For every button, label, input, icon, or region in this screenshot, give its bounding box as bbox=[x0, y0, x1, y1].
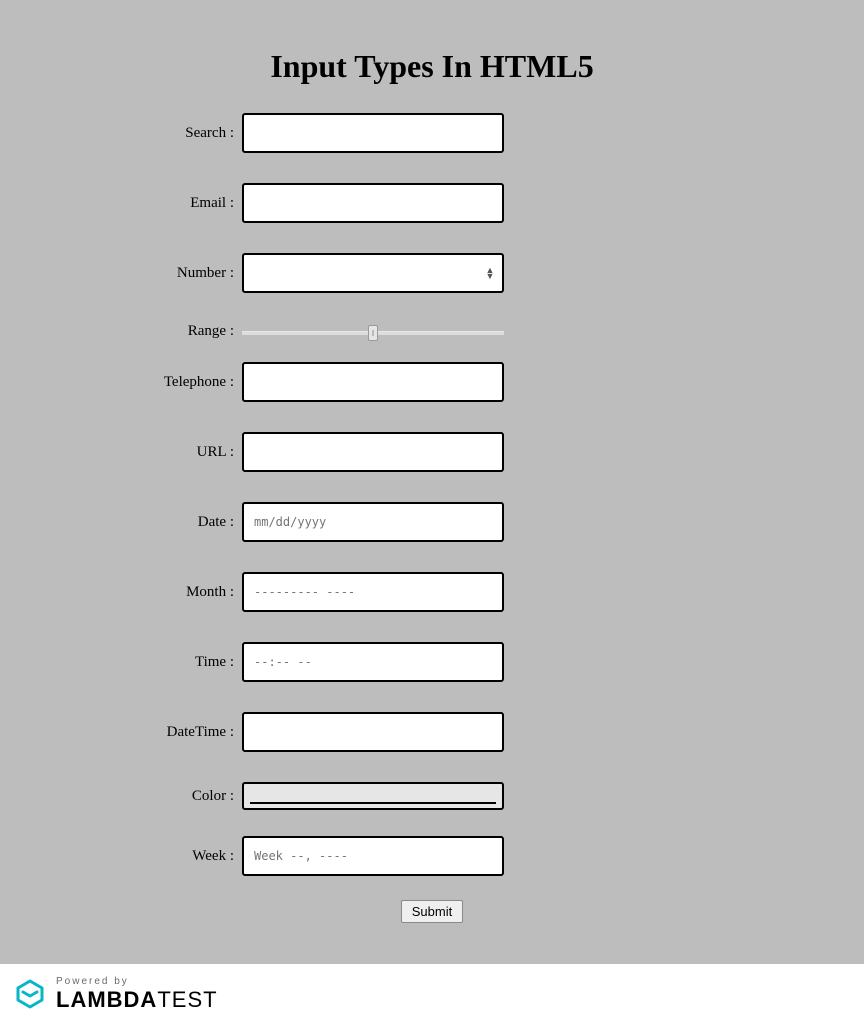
email-label: Email : bbox=[132, 195, 242, 212]
input-types-form: Search : Email : Number : ▲ ▼ bbox=[132, 113, 732, 923]
telephone-input[interactable] bbox=[242, 362, 504, 402]
telephone-label: Telephone : bbox=[132, 374, 242, 391]
month-input[interactable] bbox=[242, 572, 504, 612]
datetime-label: DateTime : bbox=[132, 724, 242, 741]
page-title: Input Types In HTML5 bbox=[0, 48, 864, 85]
color-swatch-bar bbox=[250, 802, 496, 804]
month-label: Month : bbox=[132, 584, 242, 601]
email-cell bbox=[242, 183, 732, 223]
datetime-cell bbox=[242, 712, 732, 752]
brand-logo: Powered by LAMBDATEST bbox=[14, 977, 218, 1011]
field-row-search: Search : bbox=[132, 113, 732, 153]
date-input[interactable] bbox=[242, 502, 504, 542]
field-row-url: URL : bbox=[132, 432, 732, 472]
page: Input Types In HTML5 Search : Email : Nu… bbox=[0, 0, 864, 923]
field-row-number: Number : ▲ ▼ bbox=[132, 253, 732, 293]
date-cell bbox=[242, 502, 732, 542]
footer: Powered by LAMBDATEST bbox=[0, 964, 864, 1024]
search-label: Search : bbox=[132, 125, 242, 142]
field-row-range: Range : bbox=[132, 323, 732, 340]
time-label: Time : bbox=[132, 654, 242, 671]
search-input[interactable] bbox=[242, 113, 504, 153]
brand-thin: TEST bbox=[157, 987, 217, 1012]
field-row-week: Week : bbox=[132, 836, 732, 876]
field-row-date: Date : bbox=[132, 502, 732, 542]
time-input[interactable] bbox=[242, 642, 504, 682]
color-cell bbox=[242, 782, 732, 810]
brand-name: LAMBDATEST bbox=[56, 989, 218, 1011]
range-cell bbox=[242, 327, 732, 337]
range-label: Range : bbox=[132, 323, 242, 340]
number-stepper[interactable]: ▲ ▼ bbox=[484, 267, 496, 279]
field-row-month: Month : bbox=[132, 572, 732, 612]
month-cell bbox=[242, 572, 732, 612]
url-label: URL : bbox=[132, 444, 242, 461]
time-cell bbox=[242, 642, 732, 682]
brand-text: Powered by LAMBDATEST bbox=[56, 977, 218, 1011]
field-row-email: Email : bbox=[132, 183, 732, 223]
brand-bold: LAMBDA bbox=[56, 987, 157, 1012]
number-input[interactable] bbox=[242, 253, 504, 293]
chevron-down-icon: ▼ bbox=[486, 273, 495, 279]
datetime-input[interactable] bbox=[242, 712, 504, 752]
color-input[interactable] bbox=[242, 782, 504, 810]
field-row-color: Color : bbox=[132, 782, 732, 810]
field-row-datetime: DateTime : bbox=[132, 712, 732, 752]
email-input[interactable] bbox=[242, 183, 504, 223]
field-row-telephone: Telephone : bbox=[132, 362, 732, 402]
submit-row: Submit bbox=[132, 900, 732, 923]
telephone-cell bbox=[242, 362, 732, 402]
number-label: Number : bbox=[132, 265, 242, 282]
color-label: Color : bbox=[132, 788, 242, 805]
lambdatest-icon bbox=[14, 978, 46, 1010]
date-label: Date : bbox=[132, 514, 242, 531]
search-cell bbox=[242, 113, 732, 153]
week-cell bbox=[242, 836, 732, 876]
powered-by-label: Powered by bbox=[56, 977, 218, 987]
url-input[interactable] bbox=[242, 432, 504, 472]
number-cell: ▲ ▼ bbox=[242, 253, 732, 293]
week-input[interactable] bbox=[242, 836, 504, 876]
url-cell bbox=[242, 432, 732, 472]
week-label: Week : bbox=[132, 848, 242, 865]
field-row-time: Time : bbox=[132, 642, 732, 682]
range-thumb[interactable] bbox=[368, 325, 378, 341]
range-input[interactable] bbox=[242, 327, 504, 337]
submit-button[interactable]: Submit bbox=[401, 900, 463, 923]
